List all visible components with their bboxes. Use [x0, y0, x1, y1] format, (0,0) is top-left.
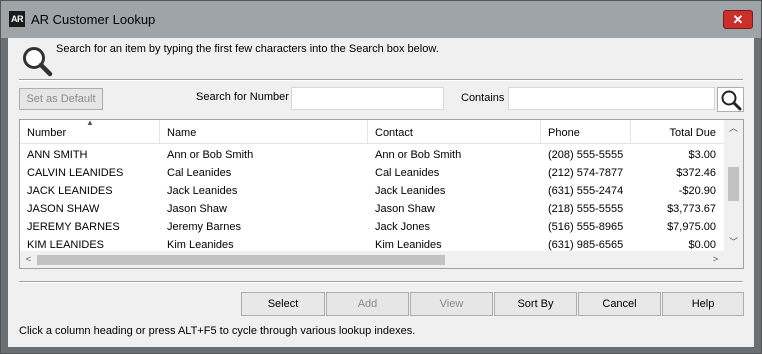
horizontal-scroll-thumb[interactable]: [37, 255, 445, 265]
vertical-scrollbar[interactable]: ︿ ﹀: [724, 120, 743, 251]
view-button[interactable]: View: [410, 292, 493, 316]
cell-contact: Jack Jones: [375, 221, 431, 233]
cell-name: Jeremy Barnes: [167, 221, 241, 233]
dialog-body: Search for an item by typing the first f…: [8, 38, 754, 347]
cell-total-due: $372.46: [676, 167, 716, 179]
cell-name: Cal Leanides: [167, 167, 232, 179]
search-icon: [721, 90, 742, 111]
divider-highlight: [19, 282, 743, 283]
column-label: Number: [27, 127, 67, 139]
table-row[interactable]: JACK LEANIDES Jack Leanides Jack Leanides (…: [20, 182, 724, 200]
results-grid[interactable]: ▲ Number Name Contact Phone Total Due AN…: [19, 119, 744, 269]
sort-by-button[interactable]: Sort By: [494, 292, 577, 316]
column-header-name[interactable]: Name: [160, 120, 368, 144]
set-as-default-button[interactable]: Set as Default: [19, 88, 103, 110]
help-button[interactable]: Help: [662, 292, 744, 316]
cell-total-due: $7,975.00: [667, 221, 716, 233]
cell-total-due: $3,773.67: [667, 203, 716, 215]
divider-highlight: [19, 80, 743, 81]
cell-number: JASON SHAW: [27, 203, 100, 215]
cell-contact: Jason Shaw: [375, 203, 435, 215]
cancel-button[interactable]: Cancel: [578, 292, 661, 316]
table-row[interactable]: JEREMY BARNES Jeremy Barnes Jack Jones (516…: [20, 218, 724, 236]
lookup-window: AR AR Customer Lookup ✕ Search for an it…: [0, 0, 762, 354]
cell-phone: (516) 555-8965: [548, 221, 624, 233]
scroll-corner: [724, 251, 743, 268]
instruction-text: Search for an item by typing the first f…: [56, 43, 439, 55]
select-button[interactable]: Select: [241, 292, 325, 316]
search-input[interactable]: [291, 87, 444, 110]
cell-contact: Cal Leanides: [375, 167, 440, 179]
scroll-left-icon[interactable]: <: [20, 251, 37, 268]
column-header-number[interactable]: ▲ Number: [20, 120, 160, 144]
scroll-down-icon[interactable]: ﹀: [724, 234, 743, 251]
cell-name: Jack Leanides: [167, 185, 238, 197]
title-bar[interactable]: AR AR Customer Lookup ✕: [1, 1, 761, 38]
cell-contact: Ann or Bob Smith: [375, 149, 462, 161]
column-header-contact[interactable]: Contact: [368, 120, 541, 144]
cell-name: Jason Shaw: [167, 203, 227, 215]
magnifier-icon: [23, 47, 53, 77]
cell-phone: (218) 555-5555: [548, 203, 624, 215]
cell-phone: (208) 555-5555: [548, 149, 624, 161]
scroll-up-icon[interactable]: ︿: [724, 120, 743, 137]
contains-label: Contains: [461, 92, 505, 104]
add-button[interactable]: Add: [326, 292, 409, 316]
table-row[interactable]: ANN SMITH Ann or Bob Smith Ann or Bob Smit…: [20, 146, 724, 164]
cell-contact: Jack Leanides: [375, 185, 446, 197]
column-header-total-due[interactable]: Total Due: [631, 120, 724, 144]
close-button[interactable]: ✕: [723, 10, 753, 29]
contains-input[interactable]: [508, 87, 715, 110]
cell-total-due: -$20.90: [678, 185, 716, 197]
table-row[interactable]: JASON SHAW Jason Shaw Jason Shaw (218) 555-…: [20, 200, 724, 218]
cell-number: JEREMY BARNES: [27, 221, 120, 233]
cell-phone: (212) 574-7877: [548, 167, 624, 179]
sort-indicator-icon: ▲: [86, 119, 94, 127]
grid-header: ▲ Number Name Contact Phone Total Due: [20, 120, 724, 144]
vertical-scroll-thumb[interactable]: [728, 167, 739, 201]
table-row[interactable]: CALVIN LEANIDES Cal Leanides Cal Leanides (…: [20, 164, 724, 182]
window-title: AR Customer Lookup: [31, 12, 156, 27]
horizontal-scrollbar[interactable]: < >: [20, 251, 724, 268]
cell-number: ANN SMITH: [27, 149, 88, 161]
cell-phone: (631) 555-2474: [548, 185, 624, 197]
app-icon: AR: [9, 11, 25, 27]
cell-name: Ann or Bob Smith: [167, 149, 254, 161]
cell-total-due: $3.00: [688, 149, 716, 161]
search-button[interactable]: [717, 87, 744, 112]
scroll-right-icon[interactable]: >: [707, 251, 724, 268]
cell-number: CALVIN LEANIDES: [27, 167, 124, 179]
search-for-label: Search for Number: [196, 91, 289, 103]
status-text: Click a column heading or press ALT+F5 t…: [19, 325, 416, 337]
column-header-phone[interactable]: Phone: [541, 120, 631, 144]
cell-number: JACK LEANIDES: [27, 185, 113, 197]
